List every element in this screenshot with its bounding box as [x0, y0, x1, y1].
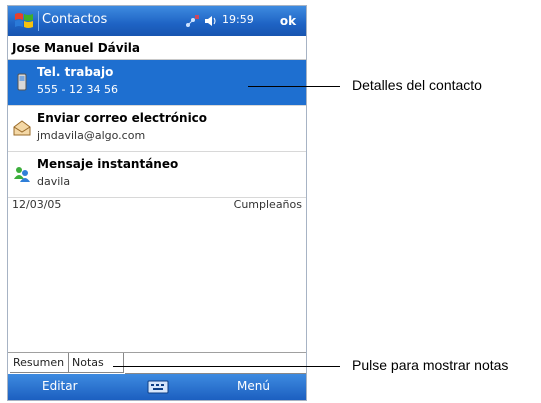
detail-title: Mensaje instantáneo	[37, 157, 179, 171]
messenger-icon	[14, 167, 30, 182]
detail-title: Enviar correo electrónico	[37, 111, 208, 125]
callout-line-details	[248, 86, 340, 87]
email-icon	[13, 120, 31, 136]
detail-title: Tel. trabajo	[37, 65, 114, 79]
device-screen: Contactos 19:59 ok Jose Manuel Dávila Te…	[7, 5, 307, 401]
tab-strip: Resumen Notas	[8, 352, 306, 375]
signal-icon[interactable]	[184, 13, 200, 29]
tab-strip-filler	[125, 353, 306, 374]
detail-row-instant-message[interactable]: Mensaje instantáneo davila	[8, 152, 306, 198]
ok-button[interactable]: ok	[273, 11, 303, 31]
tab-notas[interactable]: Notas	[68, 353, 124, 373]
detail-row-email[interactable]: Enviar correo electrónico jmdavila@algo.…	[8, 106, 306, 152]
edit-softkey[interactable]: Editar	[42, 379, 78, 393]
detail-value: 555 - 12 34 56	[37, 83, 118, 96]
volume-icon[interactable]	[204, 14, 218, 28]
title-bar: Contactos 19:59 ok	[8, 6, 306, 36]
callout-details: Detalles del contacto	[352, 77, 482, 93]
callout-notes: Pulse para mostrar notas	[352, 357, 509, 373]
keyboard-icon[interactable]	[147, 379, 169, 395]
detail-row-work-phone[interactable]: Tel. trabajo 555 - 12 34 56	[8, 60, 306, 106]
birthday-date: 12/03/05	[12, 198, 62, 211]
tab-resumen[interactable]: Resumen	[10, 353, 68, 373]
detail-value: jmdavila@algo.com	[37, 129, 146, 142]
callout-line-notes	[113, 366, 340, 367]
contact-name: Jose Manuel Dávila	[12, 41, 140, 55]
menu-softkey[interactable]: Menú	[237, 379, 270, 393]
birthday-label: Cumpleaños	[233, 198, 302, 211]
windows-start-icon[interactable]	[13, 10, 35, 32]
app-title: Contactos	[42, 12, 108, 27]
soft-key-bar: Editar Menú	[8, 374, 306, 400]
phone-icon	[17, 73, 27, 91]
title-separator	[38, 11, 39, 31]
clock[interactable]: 19:59	[222, 13, 254, 26]
detail-value: davila	[37, 175, 71, 188]
